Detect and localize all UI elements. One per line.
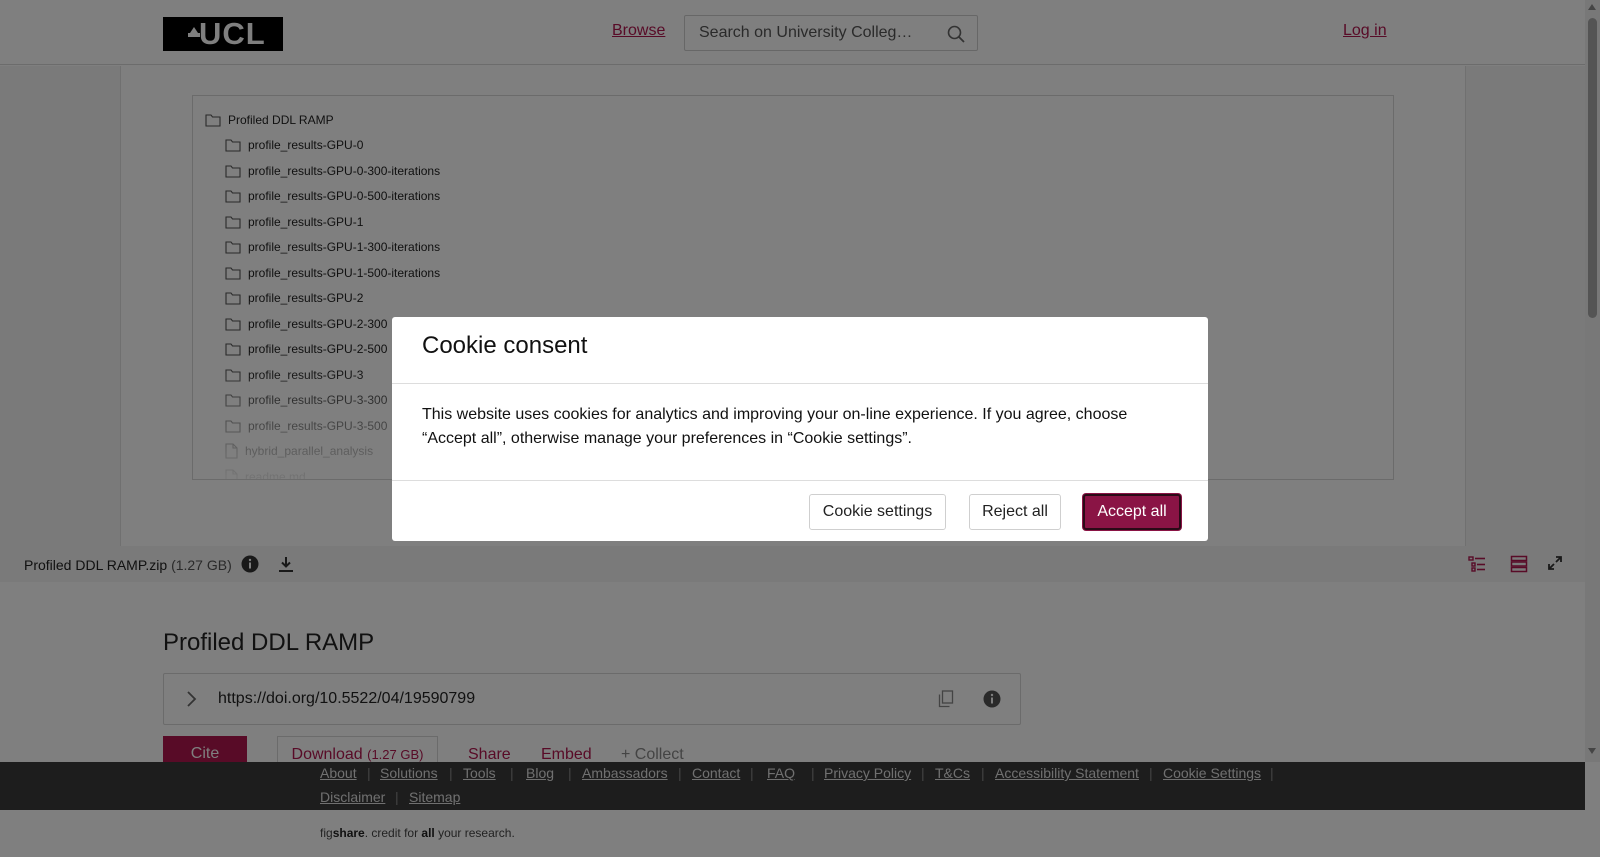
dialog-body: This website uses cookies for analytics … (422, 406, 1128, 447)
reject-all-button[interactable]: Reject all (969, 494, 1061, 530)
accept-all-button[interactable]: Accept all (1083, 494, 1181, 530)
dialog-divider (392, 383, 1208, 384)
cookie-settings-button[interactable]: Cookie settings (809, 494, 946, 530)
cookie-consent-dialog: Cookie consent This website uses cookies… (392, 317, 1208, 541)
dialog-divider (392, 480, 1208, 481)
dialog-title: Cookie consent (422, 332, 588, 359)
